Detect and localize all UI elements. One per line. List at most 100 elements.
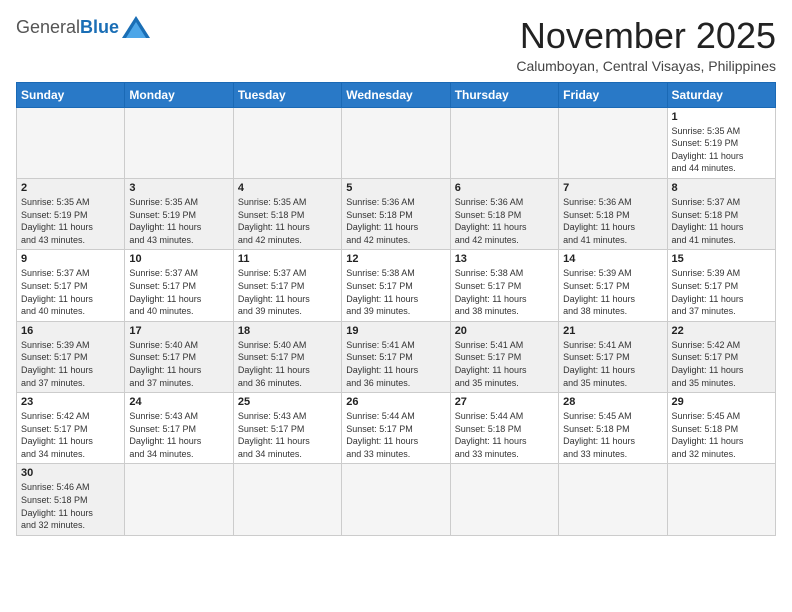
calendar-cell: 4 Sunrise: 5:35 AM Sunset: 5:18 PM Daylig… bbox=[233, 178, 341, 249]
calendar-cell: 13 Sunrise: 5:38 AM Sunset: 5:17 PM Dayli… bbox=[450, 250, 558, 321]
day-header-thursday: Thursday bbox=[450, 82, 558, 107]
calendar-cell bbox=[450, 464, 558, 535]
day-header-saturday: Saturday bbox=[667, 82, 775, 107]
calendar-week-row: 1Sunrise: 5:35 AM Sunset: 5:19 PM Daylig… bbox=[17, 107, 776, 178]
day-number: 26 bbox=[346, 396, 445, 408]
day-info: Sunrise: 5:39 AM Sunset: 5:17 PM Dayligh… bbox=[21, 339, 120, 389]
title-area: November 2025 Calumboyan, Central Visaya… bbox=[516, 16, 776, 74]
calendar-cell: 11Sunrise: 5:37 AM Sunset: 5:17 PM Dayli… bbox=[233, 250, 341, 321]
calendar-cell bbox=[17, 107, 125, 178]
calendar-cell: 7 Sunrise: 5:36 AM Sunset: 5:18 PM Daylig… bbox=[559, 178, 667, 249]
calendar-cell: 30 Sunrise: 5:46 AM Sunset: 5:18 PM Dayli… bbox=[17, 464, 125, 535]
day-number: 30 bbox=[21, 467, 120, 479]
logo: General Blue bbox=[16, 16, 150, 38]
day-number: 17 bbox=[129, 325, 228, 337]
calendar-cell: 21 Sunrise: 5:41 AM Sunset: 5:17 PM Dayli… bbox=[559, 321, 667, 392]
calendar-cell: 3 Sunrise: 5:35 AM Sunset: 5:19 PM Daylig… bbox=[125, 178, 233, 249]
logo-icon bbox=[122, 16, 150, 38]
day-header-sunday: Sunday bbox=[17, 82, 125, 107]
day-info: Sunrise: 5:38 AM Sunset: 5:17 PM Dayligh… bbox=[346, 267, 445, 317]
calendar-week-row: 16 Sunrise: 5:39 AM Sunset: 5:17 PM Dayli… bbox=[17, 321, 776, 392]
day-number: 9 bbox=[21, 253, 120, 265]
calendar-header-row: SundayMondayTuesdayWednesdayThursdayFrid… bbox=[17, 82, 776, 107]
calendar-week-row: 2Sunrise: 5:35 AM Sunset: 5:19 PM Daylig… bbox=[17, 178, 776, 249]
day-info: Sunrise: 5:36 AM Sunset: 5:18 PM Dayligh… bbox=[455, 196, 554, 246]
day-number: 3 bbox=[129, 182, 228, 194]
calendar-week-row: 23Sunrise: 5:42 AM Sunset: 5:17 PM Dayli… bbox=[17, 393, 776, 464]
calendar-cell: 26 Sunrise: 5:44 AM Sunset: 5:17 PM Dayli… bbox=[342, 393, 450, 464]
day-number: 29 bbox=[672, 396, 771, 408]
day-info: Sunrise: 5:41 AM Sunset: 5:17 PM Dayligh… bbox=[346, 339, 445, 389]
day-number: 7 bbox=[563, 182, 662, 194]
calendar-week-row: 30 Sunrise: 5:46 AM Sunset: 5:18 PM Dayli… bbox=[17, 464, 776, 535]
day-info: Sunrise: 5:41 AM Sunset: 5:17 PM Dayligh… bbox=[455, 339, 554, 389]
day-info: Sunrise: 5:38 AM Sunset: 5:17 PM Dayligh… bbox=[455, 267, 554, 317]
calendar-cell bbox=[559, 464, 667, 535]
day-info: Sunrise: 5:42 AM Sunset: 5:17 PM Dayligh… bbox=[672, 339, 771, 389]
day-info: Sunrise: 5:36 AM Sunset: 5:18 PM Dayligh… bbox=[563, 196, 662, 246]
day-number: 5 bbox=[346, 182, 445, 194]
calendar-cell: 27Sunrise: 5:44 AM Sunset: 5:18 PM Dayli… bbox=[450, 393, 558, 464]
day-number: 14 bbox=[563, 253, 662, 265]
day-number: 1 bbox=[672, 111, 771, 123]
day-info: Sunrise: 5:43 AM Sunset: 5:17 PM Dayligh… bbox=[238, 410, 337, 460]
calendar-cell: 20Sunrise: 5:41 AM Sunset: 5:17 PM Dayli… bbox=[450, 321, 558, 392]
calendar-cell: 14Sunrise: 5:39 AM Sunset: 5:17 PM Dayli… bbox=[559, 250, 667, 321]
day-number: 11 bbox=[238, 253, 337, 265]
calendar-cell: 23Sunrise: 5:42 AM Sunset: 5:17 PM Dayli… bbox=[17, 393, 125, 464]
day-number: 15 bbox=[672, 253, 771, 265]
day-info: Sunrise: 5:40 AM Sunset: 5:17 PM Dayligh… bbox=[238, 339, 337, 389]
day-info: Sunrise: 5:45 AM Sunset: 5:18 PM Dayligh… bbox=[563, 410, 662, 460]
day-info: Sunrise: 5:39 AM Sunset: 5:17 PM Dayligh… bbox=[672, 267, 771, 317]
day-number: 28 bbox=[563, 396, 662, 408]
calendar-cell bbox=[559, 107, 667, 178]
day-number: 10 bbox=[129, 253, 228, 265]
calendar-cell: 12Sunrise: 5:38 AM Sunset: 5:17 PM Dayli… bbox=[342, 250, 450, 321]
day-info: Sunrise: 5:45 AM Sunset: 5:18 PM Dayligh… bbox=[672, 410, 771, 460]
calendar-cell: 16 Sunrise: 5:39 AM Sunset: 5:17 PM Dayli… bbox=[17, 321, 125, 392]
calendar-cell: 1Sunrise: 5:35 AM Sunset: 5:19 PM Daylig… bbox=[667, 107, 775, 178]
day-info: Sunrise: 5:40 AM Sunset: 5:17 PM Dayligh… bbox=[129, 339, 228, 389]
calendar-cell: 2Sunrise: 5:35 AM Sunset: 5:19 PM Daylig… bbox=[17, 178, 125, 249]
calendar-cell bbox=[342, 107, 450, 178]
day-info: Sunrise: 5:35 AM Sunset: 5:19 PM Dayligh… bbox=[129, 196, 228, 246]
logo-blue-text: Blue bbox=[80, 17, 119, 38]
calendar-week-row: 9Sunrise: 5:37 AM Sunset: 5:17 PM Daylig… bbox=[17, 250, 776, 321]
calendar-table: SundayMondayTuesdayWednesdayThursdayFrid… bbox=[16, 82, 776, 536]
day-number: 4 bbox=[238, 182, 337, 194]
day-number: 8 bbox=[672, 182, 771, 194]
calendar-cell bbox=[233, 464, 341, 535]
day-number: 16 bbox=[21, 325, 120, 337]
calendar-cell: 6 Sunrise: 5:36 AM Sunset: 5:18 PM Daylig… bbox=[450, 178, 558, 249]
header: General Blue November 2025 Calumboyan, C… bbox=[16, 16, 776, 74]
day-number: 21 bbox=[563, 325, 662, 337]
calendar-cell bbox=[125, 107, 233, 178]
day-info: Sunrise: 5:44 AM Sunset: 5:17 PM Dayligh… bbox=[346, 410, 445, 460]
calendar-cell bbox=[233, 107, 341, 178]
calendar-cell: 5Sunrise: 5:36 AM Sunset: 5:18 PM Daylig… bbox=[342, 178, 450, 249]
month-title: November 2025 bbox=[516, 16, 776, 56]
calendar-cell: 8Sunrise: 5:37 AM Sunset: 5:18 PM Daylig… bbox=[667, 178, 775, 249]
day-header-monday: Monday bbox=[125, 82, 233, 107]
calendar-cell: 15 Sunrise: 5:39 AM Sunset: 5:17 PM Dayli… bbox=[667, 250, 775, 321]
calendar-cell: 18 Sunrise: 5:40 AM Sunset: 5:17 PM Dayli… bbox=[233, 321, 341, 392]
day-info: Sunrise: 5:35 AM Sunset: 5:19 PM Dayligh… bbox=[21, 196, 120, 246]
day-number: 25 bbox=[238, 396, 337, 408]
logo-general-text: General bbox=[16, 17, 80, 38]
day-number: 23 bbox=[21, 396, 120, 408]
day-info: Sunrise: 5:41 AM Sunset: 5:17 PM Dayligh… bbox=[563, 339, 662, 389]
day-number: 18 bbox=[238, 325, 337, 337]
day-number: 13 bbox=[455, 253, 554, 265]
calendar-cell: 19 Sunrise: 5:41 AM Sunset: 5:17 PM Dayli… bbox=[342, 321, 450, 392]
day-info: Sunrise: 5:46 AM Sunset: 5:18 PM Dayligh… bbox=[21, 481, 120, 531]
logo-area: General Blue bbox=[16, 16, 150, 38]
day-header-friday: Friday bbox=[559, 82, 667, 107]
day-number: 19 bbox=[346, 325, 445, 337]
calendar-cell bbox=[667, 464, 775, 535]
day-number: 6 bbox=[455, 182, 554, 194]
day-info: Sunrise: 5:35 AM Sunset: 5:18 PM Dayligh… bbox=[238, 196, 337, 246]
calendar-cell bbox=[450, 107, 558, 178]
day-info: Sunrise: 5:43 AM Sunset: 5:17 PM Dayligh… bbox=[129, 410, 228, 460]
calendar-cell: 29 Sunrise: 5:45 AM Sunset: 5:18 PM Dayli… bbox=[667, 393, 775, 464]
calendar-cell: 24Sunrise: 5:43 AM Sunset: 5:17 PM Dayli… bbox=[125, 393, 233, 464]
